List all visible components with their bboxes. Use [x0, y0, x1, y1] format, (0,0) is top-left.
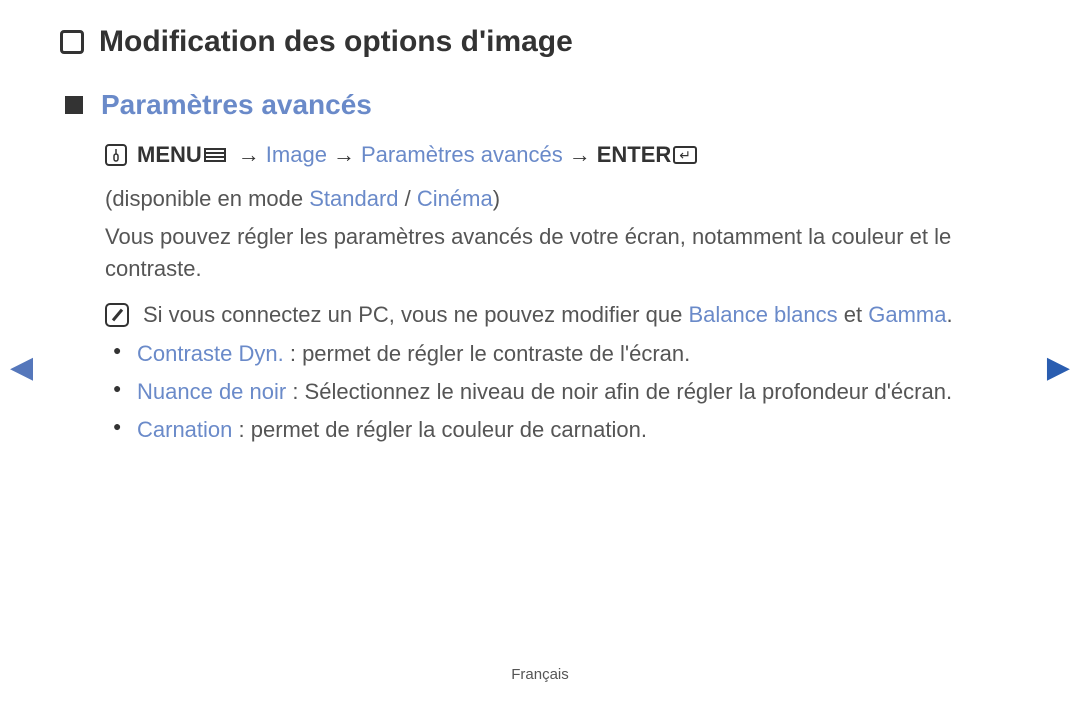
square-bullet-icon: [65, 96, 83, 114]
section-title: Paramètres avancés: [65, 89, 1020, 121]
next-page-button[interactable]: ▶: [1047, 350, 1070, 385]
page-title: Modification des options d'image: [60, 25, 1020, 59]
note-prefix: Si vous connectez un PC, vous ne pouvez …: [143, 302, 688, 327]
bullet-text: : permet de régler le contraste de l'écr…: [284, 341, 691, 366]
mode-cinema: Cinéma: [417, 186, 493, 211]
availability-sep: /: [399, 186, 417, 211]
breadcrumb-params: Paramètres avancés: [361, 139, 563, 171]
note-icon: [105, 303, 129, 327]
availability-text: (disponible en mode Standard / Cinéma): [105, 183, 1020, 215]
menu-label: MENU: [137, 139, 202, 171]
bullet-label: Contraste Dyn.: [137, 341, 284, 366]
note-term1: Balance blancs: [688, 302, 837, 327]
list-item: Nuance de noir : Sélectionnez le niveau …: [105, 376, 1020, 408]
list-item: Contraste Dyn. : permet de régler le con…: [105, 338, 1020, 370]
availability-suffix: ): [493, 186, 500, 211]
availability-prefix: (disponible en mode: [105, 186, 309, 211]
list-item: Carnation : permet de régler la couleur …: [105, 414, 1020, 446]
bullet-label: Carnation: [137, 417, 232, 442]
arrow-icon: →: [238, 139, 260, 171]
note-text: Si vous connectez un PC, vous ne pouvez …: [143, 299, 1020, 331]
menu-path: MENU → Image → Paramètres avancés → ENTE…: [105, 139, 1020, 171]
mode-standard: Standard: [309, 186, 398, 211]
note-suffix: .: [946, 302, 952, 327]
breadcrumb-image: Image: [266, 139, 327, 171]
bullet-text: : permet de régler la couleur de carnati…: [232, 417, 647, 442]
footer-language: Français: [0, 666, 1080, 683]
bullet-text: : Sélectionnez le niveau de noir afin de…: [286, 379, 952, 404]
menu-icon: [204, 148, 226, 162]
arrow-icon: →: [569, 139, 591, 171]
page-title-text: Modification des options d'image: [99, 25, 573, 59]
arrow-icon: →: [333, 139, 355, 171]
bullet-label: Nuance de noir: [137, 379, 286, 404]
prev-page-button[interactable]: ◀: [10, 350, 33, 385]
section-title-text: Paramètres avancés: [101, 89, 372, 121]
note-row: Si vous connectez un PC, vous ne pouvez …: [105, 299, 1020, 331]
touch-icon: [105, 144, 127, 166]
book-icon: [60, 30, 84, 54]
content-area: MENU → Image → Paramètres avancés → ENTE…: [105, 139, 1020, 446]
bullet-list: Contraste Dyn. : permet de régler le con…: [105, 338, 1020, 446]
description-text: Vous pouvez régler les paramètres avancé…: [105, 221, 1020, 285]
enter-label: ENTER: [597, 139, 672, 171]
note-mid: et: [838, 302, 869, 327]
note-term2: Gamma: [868, 302, 946, 327]
enter-icon: [673, 146, 697, 164]
